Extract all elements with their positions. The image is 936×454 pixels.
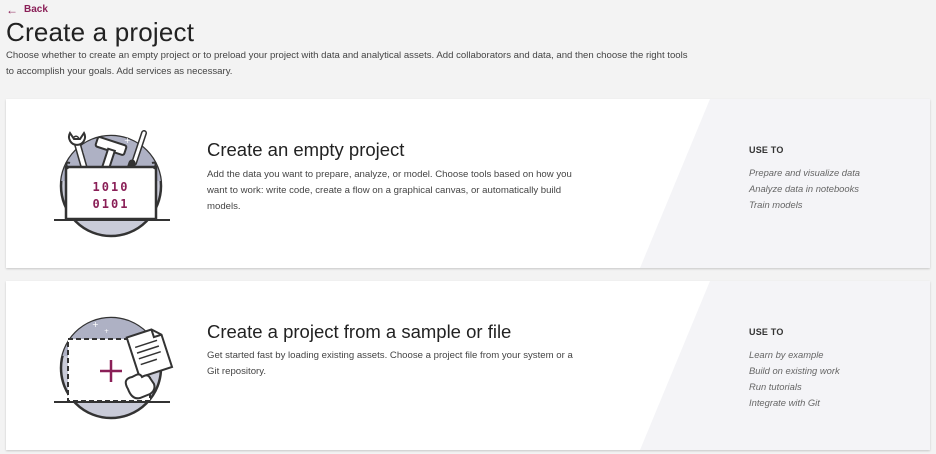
card-description: Get started fast by loading existing ass… — [207, 350, 573, 377]
use-to-item: Integrate with Git — [749, 397, 820, 408]
svg-text:+: + — [124, 136, 131, 145]
use-to-item: Learn by example — [749, 349, 824, 360]
use-to-list: USE TO Learn by example Build on existin… — [749, 327, 840, 411]
card-description: Add the data you want to prepare, analyz… — [207, 169, 572, 212]
arrow-left-icon: ← — [6, 2, 18, 17]
card-title: Create a project from a sample or file — [207, 321, 512, 342]
use-to-item: Prepare and visualize data — [749, 167, 861, 178]
svg-text:+: + — [92, 320, 99, 329]
card-title: Create an empty project — [207, 139, 405, 160]
use-to-item: Train models — [749, 199, 803, 210]
create-empty-project-card[interactable]: + + 1010 0101 Create an empty project Ad… — [6, 99, 930, 268]
use-to-item: Build on existing work — [749, 365, 840, 376]
binary-line-2: 0101 — [93, 197, 130, 211]
page-title: Create a project — [6, 17, 195, 47]
back-label: Back — [24, 4, 48, 15]
use-to-label: USE TO — [749, 327, 784, 337]
back-link[interactable]: ← Back — [6, 2, 48, 17]
use-to-list: USE TO Prepare and visualize data Analyz… — [749, 145, 860, 213]
create-from-sample-or-file-card[interactable]: + + Create a project from a sample or fi… — [6, 281, 930, 450]
use-to-item: Analyze data in notebooks — [749, 183, 859, 194]
toolbox-binary-icon: + + 1010 0101 — [54, 130, 170, 238]
binary-line-1: 1010 — [93, 180, 130, 194]
svg-text:+: + — [104, 328, 109, 335]
page-subtitle: Choose whether to create an empty projec… — [6, 50, 688, 77]
use-to-label: USE TO — [749, 145, 784, 155]
use-to-item: Run tutorials — [749, 381, 802, 392]
file-upload-icon: + + — [54, 316, 174, 420]
